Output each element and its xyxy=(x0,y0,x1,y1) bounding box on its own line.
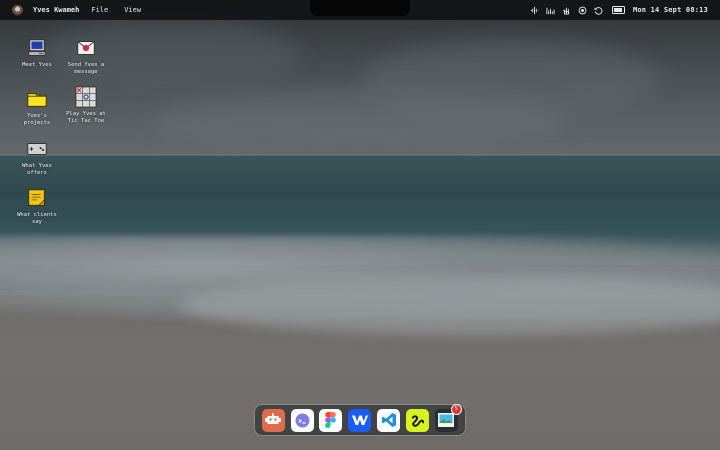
dock-app-photos[interactable]: 5 xyxy=(434,403,462,432)
gamepad-icon xyxy=(27,143,47,155)
zap-link-icon xyxy=(411,414,424,427)
dock-app-chat[interactable] xyxy=(290,408,314,432)
menu-view[interactable]: View xyxy=(124,6,141,14)
desktop-icon-message[interactable]: Send Yves a message xyxy=(62,37,110,76)
tic-tac-toe-icon xyxy=(75,86,97,108)
desktop-icon-tictactoe[interactable]: Play Yves at Tic Tac Toe xyxy=(62,86,110,125)
vscode-icon xyxy=(381,413,396,427)
battery-icon[interactable] xyxy=(611,6,625,14)
dock-app-webflow[interactable] xyxy=(348,408,372,432)
camera-notch xyxy=(310,0,410,16)
menubar-owner-name[interactable]: Yves Kwameh xyxy=(33,6,79,14)
dock-app-figma[interactable] xyxy=(319,408,343,432)
dock: 5 xyxy=(254,403,466,436)
voice-icon[interactable] xyxy=(530,5,540,15)
dock-app-vscode[interactable] xyxy=(377,408,401,432)
dock-app-robot[interactable] xyxy=(261,408,285,432)
dock-app-zap[interactable] xyxy=(405,408,429,432)
history-icon[interactable] xyxy=(594,5,604,15)
desktop-icon-label: Send Yves a message xyxy=(67,62,105,75)
desktop-icon-meet[interactable]: Meet Yves xyxy=(13,37,61,69)
desktop-icon-label: What Yves offers xyxy=(22,163,52,176)
sticky-note-icon xyxy=(28,189,45,206)
computer-icon xyxy=(28,39,46,56)
focus-icon[interactable] xyxy=(578,5,588,15)
status-area: Mon 14 Sept 08:13 xyxy=(524,0,708,20)
menu-file[interactable]: File xyxy=(91,6,108,14)
robot-icon xyxy=(265,413,282,424)
notification-badge: 5 xyxy=(450,403,462,415)
photos-icon xyxy=(438,413,455,427)
menu-bar: Yves Kwameh File View Mon 14 Sept 08:13 xyxy=(0,0,720,20)
desktop-icon-label: Play Yves at Tic Tac Toe xyxy=(66,111,106,124)
chat-bubble-icon xyxy=(295,413,310,427)
desktop-icon-label: Yves's projects xyxy=(23,113,51,126)
desktop-icon-label: Meet Yves xyxy=(22,62,52,68)
hand-icon[interactable] xyxy=(562,5,572,15)
desktop-icon-label: What clients say xyxy=(17,212,57,225)
desktop-icon-clients[interactable]: What clients say xyxy=(13,187,61,226)
desktop-icon-projects[interactable]: Yves's projects xyxy=(13,88,61,127)
desktop-icon-offers[interactable]: What Yves offers xyxy=(13,138,61,177)
clock[interactable]: Mon 14 Sept 08:13 xyxy=(633,6,708,14)
folder-icon xyxy=(27,93,47,107)
mail-icon xyxy=(77,41,95,55)
avatar[interactable] xyxy=(12,4,23,16)
webflow-icon xyxy=(351,415,368,425)
stats-icon[interactable] xyxy=(546,5,556,15)
figma-icon xyxy=(325,412,337,428)
